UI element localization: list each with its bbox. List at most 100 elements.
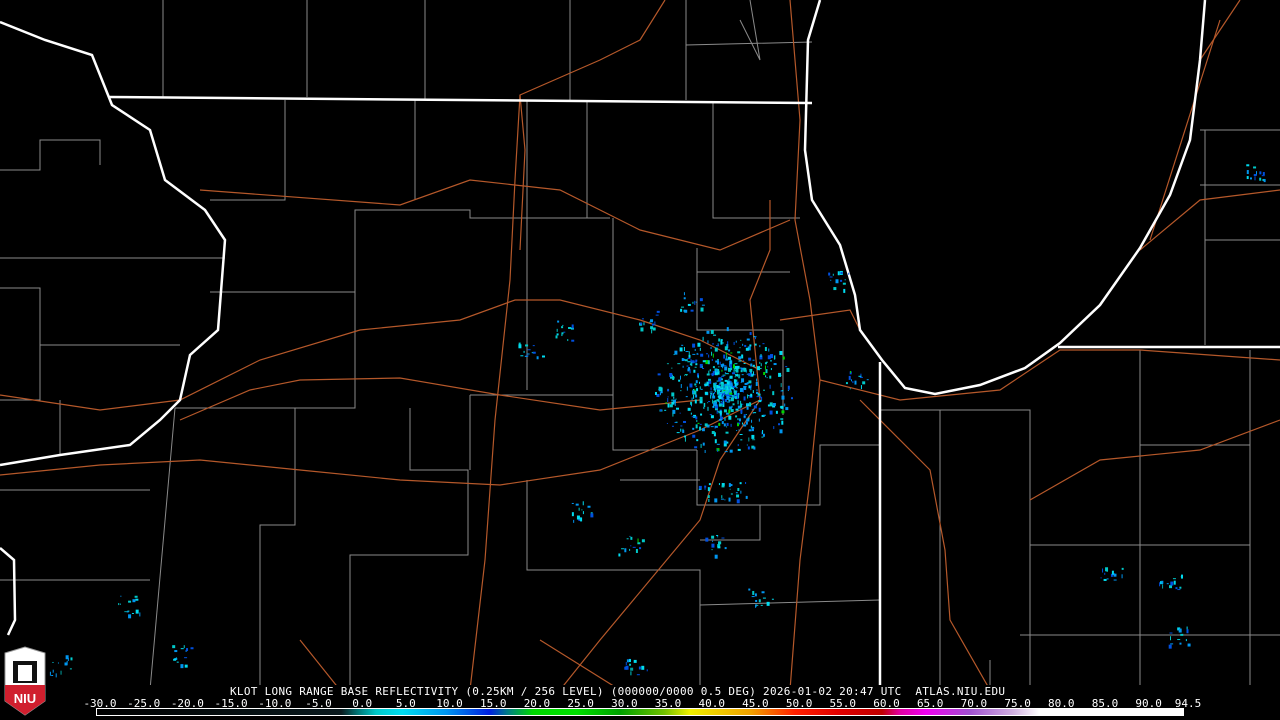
echo-pixel: [735, 387, 738, 389]
echo-pixel: [700, 413, 703, 416]
echo-pixel: [845, 382, 848, 385]
echo-pixel: [1113, 579, 1117, 581]
echo-pixel: [738, 392, 740, 395]
echo-pixel: [733, 341, 735, 345]
echo-pixel: [858, 375, 862, 377]
echo-pixel: [1175, 587, 1178, 590]
echo-pixel: [773, 355, 775, 360]
echo-pixel: [750, 384, 752, 388]
echo-pixel: [767, 355, 771, 360]
echo-pixel: [717, 536, 719, 538]
echo-pixel: [139, 612, 141, 617]
svg-text:NIU: NIU: [14, 691, 36, 706]
echo-pixel: [723, 443, 727, 447]
echo-pixel: [1246, 176, 1249, 180]
echo-pixel: [690, 309, 694, 312]
echo-pixel: [762, 343, 765, 345]
echo-pixel: [779, 406, 781, 409]
echo-pixel: [790, 397, 793, 400]
echo-pixel: [1121, 567, 1124, 570]
echo-pixel: [580, 517, 583, 522]
echo-pixel: [724, 451, 728, 453]
echo-pixel: [625, 662, 627, 666]
echo-pixel: [704, 384, 708, 387]
echo-pixel: [702, 360, 706, 363]
echo-pixel: [757, 393, 761, 396]
echo-pixel: [1106, 578, 1109, 580]
echo-pixel: [638, 666, 641, 670]
echo-pixel: [717, 386, 721, 389]
echo-pixel: [1168, 644, 1172, 649]
echo-pixel: [725, 431, 729, 434]
echo-pixel: [716, 387, 720, 390]
radar-map[interactable]: [0, 0, 1280, 685]
echo-pixel: [523, 350, 525, 353]
echo-pixel: [740, 409, 743, 414]
radar-map-view: NIU KLOT LONG RANGE BASE REFLECTIVITY (0…: [0, 0, 1280, 720]
echo-pixel: [180, 664, 184, 669]
echo-pixel: [737, 423, 740, 427]
echo-pixel: [732, 372, 736, 375]
echo-pixel: [51, 674, 54, 676]
echo-pixel: [714, 554, 718, 559]
echo-pixel: [708, 401, 711, 403]
echo-pixel: [695, 386, 697, 388]
echo-pixel: [772, 391, 775, 396]
echo-pixel: [752, 359, 755, 361]
echo-pixel: [173, 658, 177, 661]
echo-pixel: [715, 345, 719, 347]
echo-pixel: [829, 276, 833, 278]
echo-pixel: [754, 343, 757, 346]
echo-pixel: [630, 545, 632, 547]
echo-pixel: [1177, 589, 1181, 591]
echo-pixel: [772, 403, 776, 407]
state-borders-and-coastline: [0, 0, 1280, 685]
echo-pixel: [728, 349, 731, 352]
echo-pixel: [720, 387, 724, 389]
echo-pixel: [694, 446, 698, 449]
echo-pixel: [726, 327, 729, 332]
echo-pixel: [664, 409, 667, 411]
echo-pixel: [172, 645, 176, 649]
echo-pixel: [1177, 639, 1181, 641]
echo-pixel: [629, 535, 631, 537]
echo-pixel: [766, 377, 768, 379]
echo-pixel: [633, 659, 637, 663]
echo-pixel: [694, 348, 696, 351]
echo-pixel: [760, 353, 762, 357]
echo-pixel: [726, 401, 730, 403]
echo-pixel: [707, 340, 709, 344]
echo-pixel: [684, 359, 688, 362]
echo-pixel: [748, 417, 750, 420]
echo-pixel: [730, 409, 734, 413]
echo-pixel: [732, 364, 735, 369]
echo-pixel: [590, 513, 594, 518]
echo-pixel: [680, 384, 682, 389]
echo-pixel: [739, 347, 741, 349]
echo-pixel: [641, 318, 644, 320]
echo-pixel: [832, 273, 834, 276]
echo-pixel: [679, 412, 681, 414]
echo-pixel: [128, 600, 132, 603]
echo-pixel: [703, 402, 705, 407]
echo-pixel: [716, 443, 720, 445]
echo-pixel: [711, 430, 715, 434]
echo-pixel: [758, 367, 762, 369]
echo-pixel: [720, 381, 724, 384]
echo-pixel: [183, 645, 185, 649]
echo-pixel: [524, 355, 528, 357]
echo-pixel: [762, 414, 766, 416]
echo-pixel: [693, 394, 695, 399]
echo-pixel: [176, 661, 179, 663]
echo-pixel: [717, 541, 720, 545]
echo-pixel: [716, 359, 719, 361]
echo-pixel: [751, 409, 754, 411]
echo-pixel: [736, 430, 738, 432]
echo-pixel: [755, 599, 758, 602]
echo-pixel: [781, 410, 785, 414]
echo-pixel: [1170, 581, 1174, 586]
echo-pixel: [718, 483, 720, 486]
echo-pixel: [721, 421, 724, 425]
echo-pixel: [652, 327, 656, 331]
echo-pixel: [754, 336, 756, 340]
